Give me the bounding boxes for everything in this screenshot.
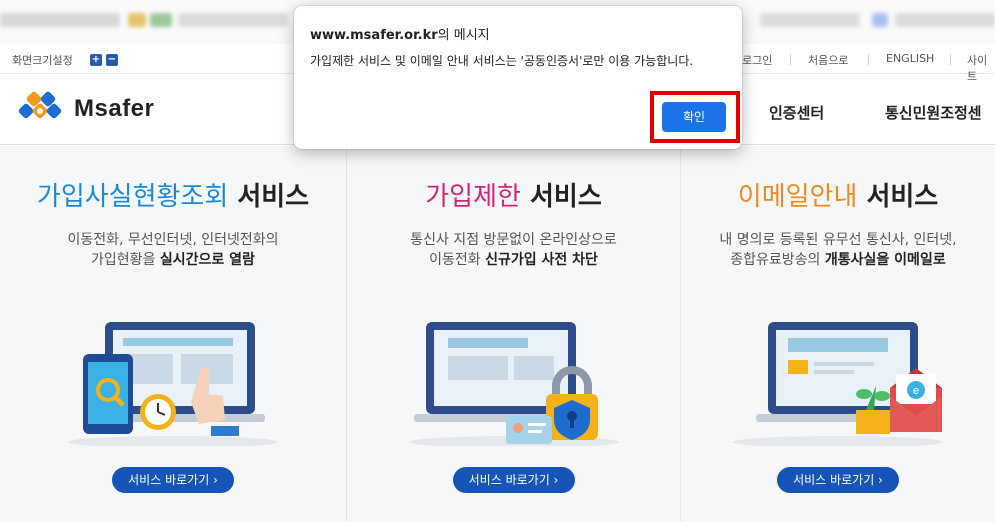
service-description: 이동전화, 무선인터넷, 인터넷전화의 가입현황을 실시간으로 열람	[67, 232, 279, 268]
english-link[interactable]: ENGLISH	[886, 52, 934, 65]
lookup-illustration-icon	[68, 322, 278, 446]
home-link[interactable]: 처음으로	[808, 52, 848, 68]
service-title: 가입사실현황조회 서비스	[36, 182, 310, 212]
service-description: 통신사 지점 방문없이 온라인상으로 이동전화 신규가입 사전 차단	[410, 232, 617, 268]
service-description: 내 명의로 등록된 유무선 통신사, 인터넷, 종합유료방송의 개통사실을 이메…	[719, 232, 957, 268]
service-title: 이메일안내 서비스	[737, 182, 939, 212]
service-go-button[interactable]: 서비스 바로가기 ›	[112, 467, 234, 493]
service-card-lookup: 가입사실현황조회 서비스 이동전화, 무선인터넷, 인터넷전화의 가입현황을 실…	[0, 146, 346, 522]
nav-cert-center[interactable]: 인증센터	[769, 102, 824, 123]
service-title: 가입제한 서비스	[425, 182, 602, 212]
logo-text: Msafer	[74, 95, 155, 122]
msafer-logo[interactable]: Msafer	[14, 91, 154, 127]
nav-dispute-center[interactable]: 통신민원조정센	[885, 102, 982, 123]
dialog-ok-button[interactable]: 확인	[662, 102, 726, 132]
dialog-message: 가입제한 서비스 및 이메일 안내 서비스는 '공동인증서'로만 이용 가능합니…	[310, 54, 694, 68]
zoom-in-button[interactable]: +	[90, 54, 102, 66]
login-link[interactable]: 로그인	[742, 52, 772, 68]
email-illustration-icon: e	[733, 322, 943, 446]
zoom-out-button[interactable]: −	[106, 54, 118, 66]
service-go-button[interactable]: 서비스 바로가기 ›	[452, 467, 575, 493]
svg-text:e: e	[913, 385, 919, 397]
service-card-block: 가입제한 서비스 통신사 지점 방문없이 온라인상으로 이동전화 신규가입 사전…	[347, 146, 680, 522]
dialog-title: www.msafer.or.kr의 메시지	[310, 28, 490, 43]
service-go-button[interactable]: 서비스 바로가기 ›	[777, 467, 899, 493]
msafer-logo-icon	[18, 91, 62, 119]
lock-illustration-icon	[408, 322, 619, 446]
font-size-setting-label: 화면크기설정	[12, 54, 73, 67]
service-card-email: 이메일안내 서비스 내 명의로 등록된 유무선 통신사, 인터넷, 종합유료방송…	[681, 146, 995, 522]
alert-dialog: www.msafer.or.kr의 메시지 가입제한 서비스 및 이메일 안내 …	[294, 6, 742, 149]
service-section: 가입사실현황조회 서비스 이동전화, 무선인터넷, 인터넷전화의 가입현황을 실…	[0, 146, 995, 522]
